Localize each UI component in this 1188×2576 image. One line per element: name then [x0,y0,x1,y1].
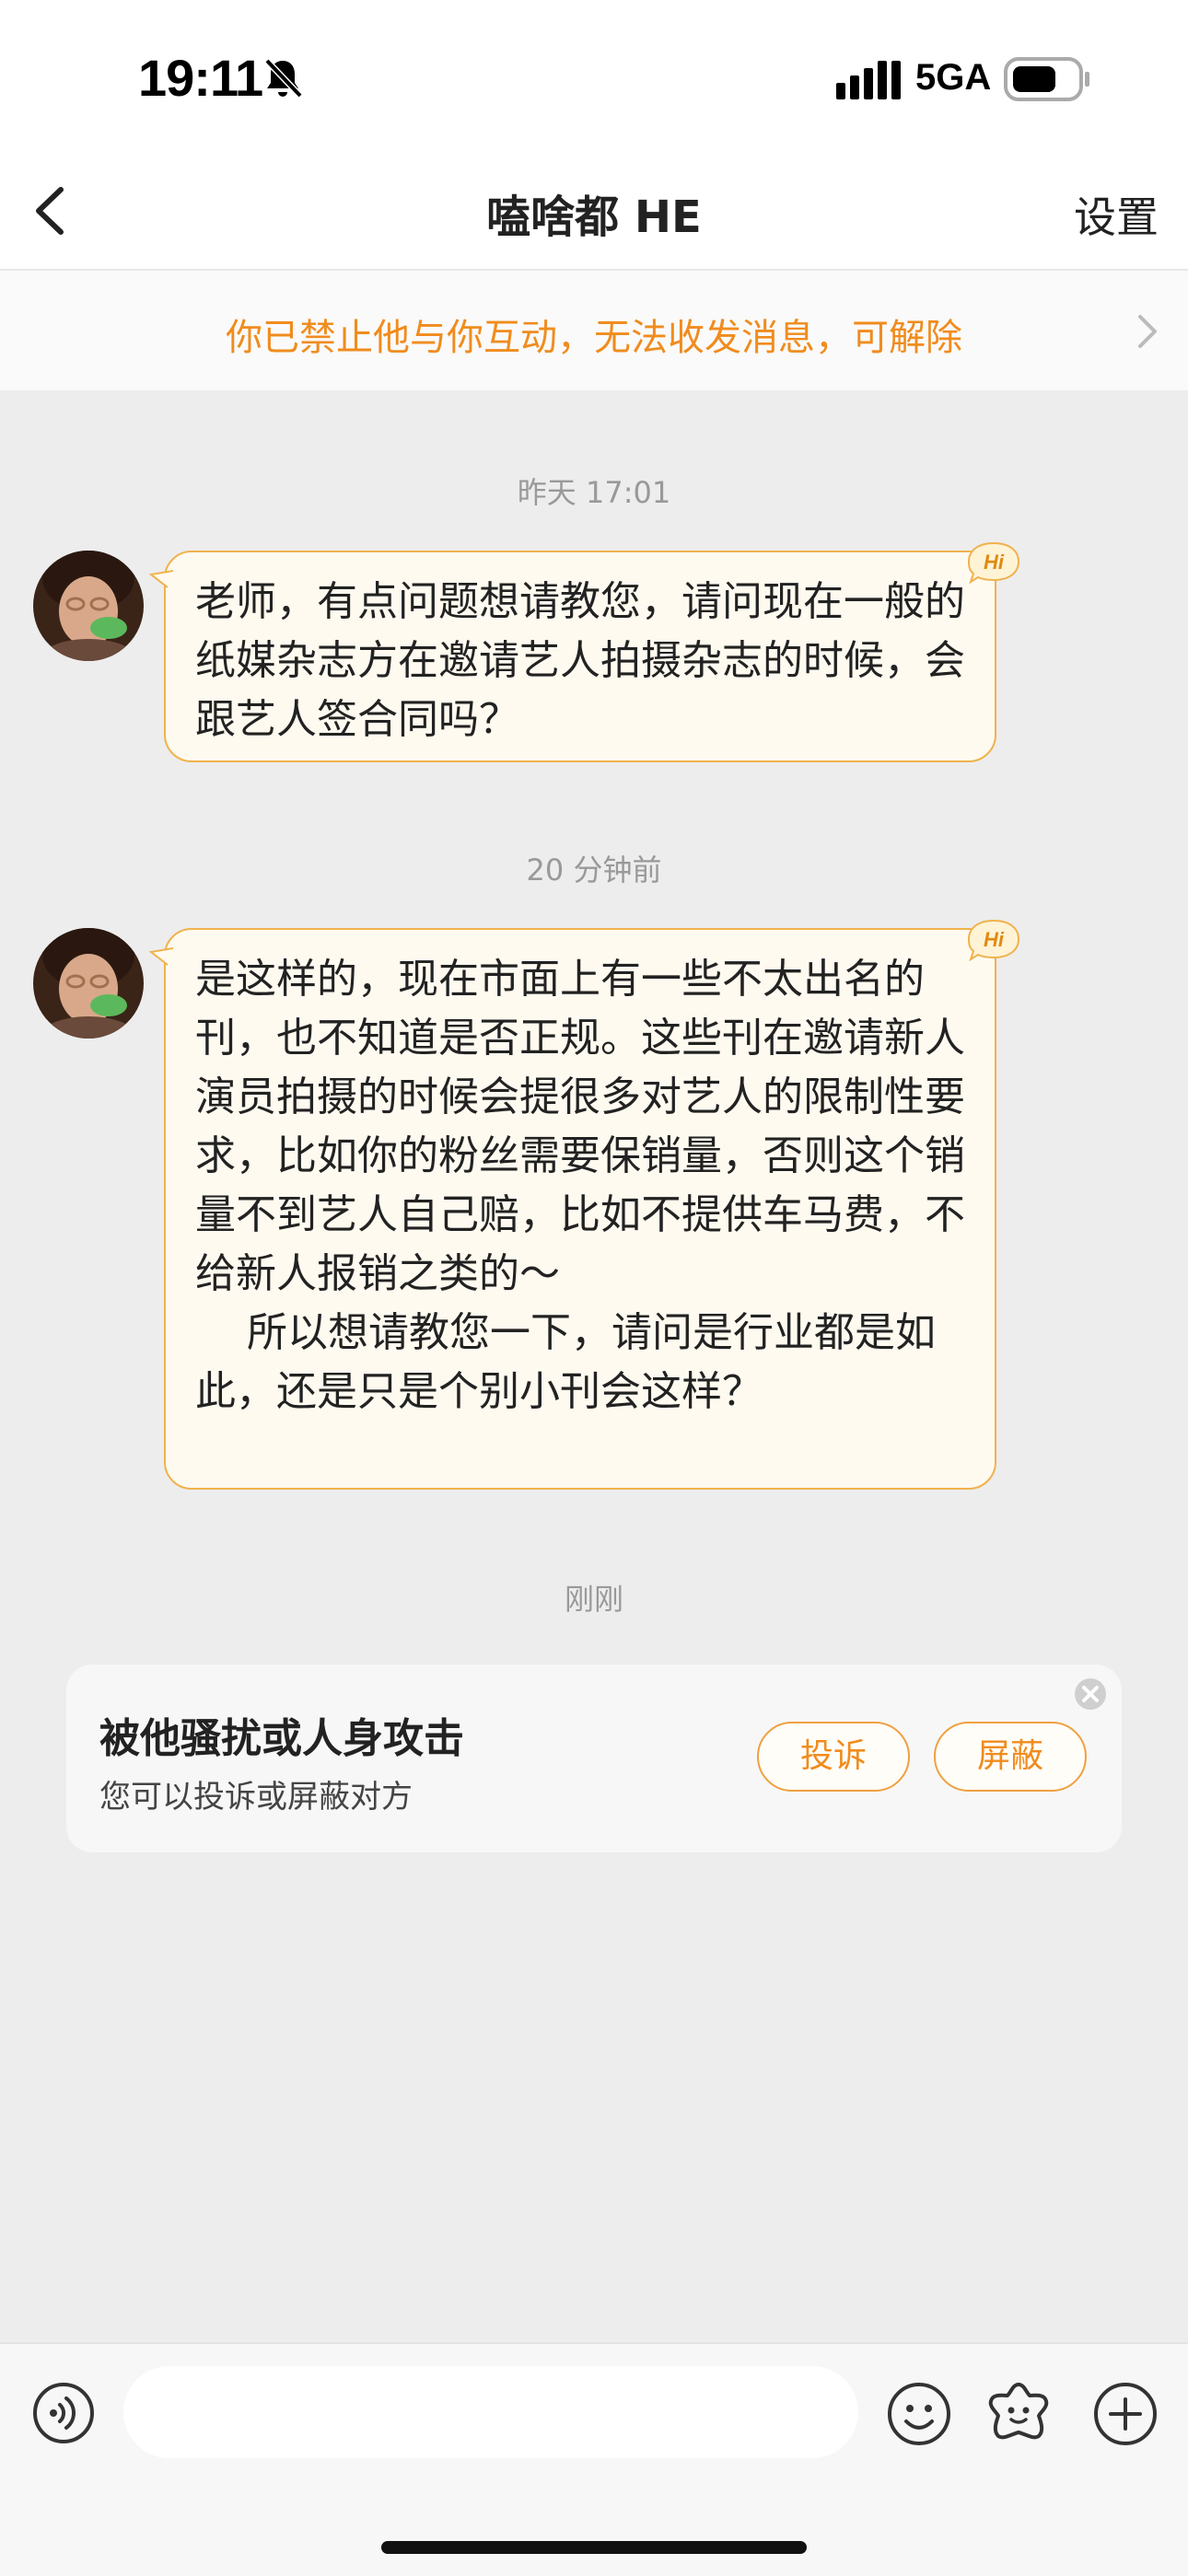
hi-badge-icon: Hi [967,919,1020,962]
voice-icon[interactable] [31,2381,96,2445]
hi-badge-icon: Hi [967,541,1020,585]
report-card: 被他骚扰或人身攻击 您可以投诉或屏蔽对方 投诉 屏蔽 [66,1665,1122,1852]
message-timestamp: 20 分钟前 [526,853,662,888]
message-input[interactable] [123,2366,858,2458]
message-text: 老师，有点问题想请教您，请问现在一般的纸媒杂志方在邀请艺人拍摄杂志的时候，会跟艺… [195,578,965,743]
message-timestamp: 昨天 17:01 [517,475,671,510]
block-banner-text: 你已禁止他与你互动，无法收发消息，可解除 [226,317,962,359]
nav-bar: 嗑啥都 HE 设置 [0,157,1188,271]
message-text: 是这样的，现在市面上有一些不太出名的刊，也不知道是否正规。这些刊在邀请新人演员拍… [195,956,965,1415]
report-title: 被他骚扰或人身攻击 [99,1715,464,1762]
network-label: 5GA [915,57,992,98]
complain-button[interactable]: 投诉 [757,1722,910,1792]
input-bar [0,2342,1188,2576]
bubble-tail [149,947,173,969]
chevron-right-icon [1138,315,1157,348]
page-title: 嗑啥都 HE [486,191,702,243]
avatar[interactable] [33,928,144,1039]
message-bubble[interactable]: 老师，有点问题想请教您，请问现在一般的纸媒杂志方在邀请艺人拍摄杂志的时候，会跟艺… [149,541,1020,762]
sticker-icon[interactable] [984,2379,1054,2449]
battery-icon [1004,57,1089,101]
emoji-icon[interactable] [886,2381,952,2447]
home-indicator [381,2541,807,2554]
report-subtitle: 您可以投诉或屏蔽对方 [99,1779,413,1816]
avatar[interactable] [33,551,144,661]
mute-bell-icon [264,58,303,99]
svg-text:Hi: Hi [984,551,1005,574]
svg-text:Hi: Hi [984,928,1005,951]
plus-icon[interactable] [1092,2381,1159,2447]
block-button[interactable]: 屏蔽 [934,1722,1087,1792]
settings-button[interactable]: 设置 [1074,184,1159,245]
bubble-tail [149,570,173,591]
status-time: 19:11 [138,49,263,107]
signal-bars-icon [836,61,901,99]
message-bubble[interactable]: 是这样的，现在市面上有一些不太出名的刊，也不知道是否正规。这些刊在邀请新人演员拍… [149,919,1020,1490]
report-timestamp: 刚刚 [564,1582,623,1617]
status-bar: 19:11 5GA [0,0,1188,157]
close-icon[interactable] [1072,1676,1109,1712]
block-banner[interactable]: 你已禁止他与你互动，无法收发消息，可解除 [0,271,1188,390]
